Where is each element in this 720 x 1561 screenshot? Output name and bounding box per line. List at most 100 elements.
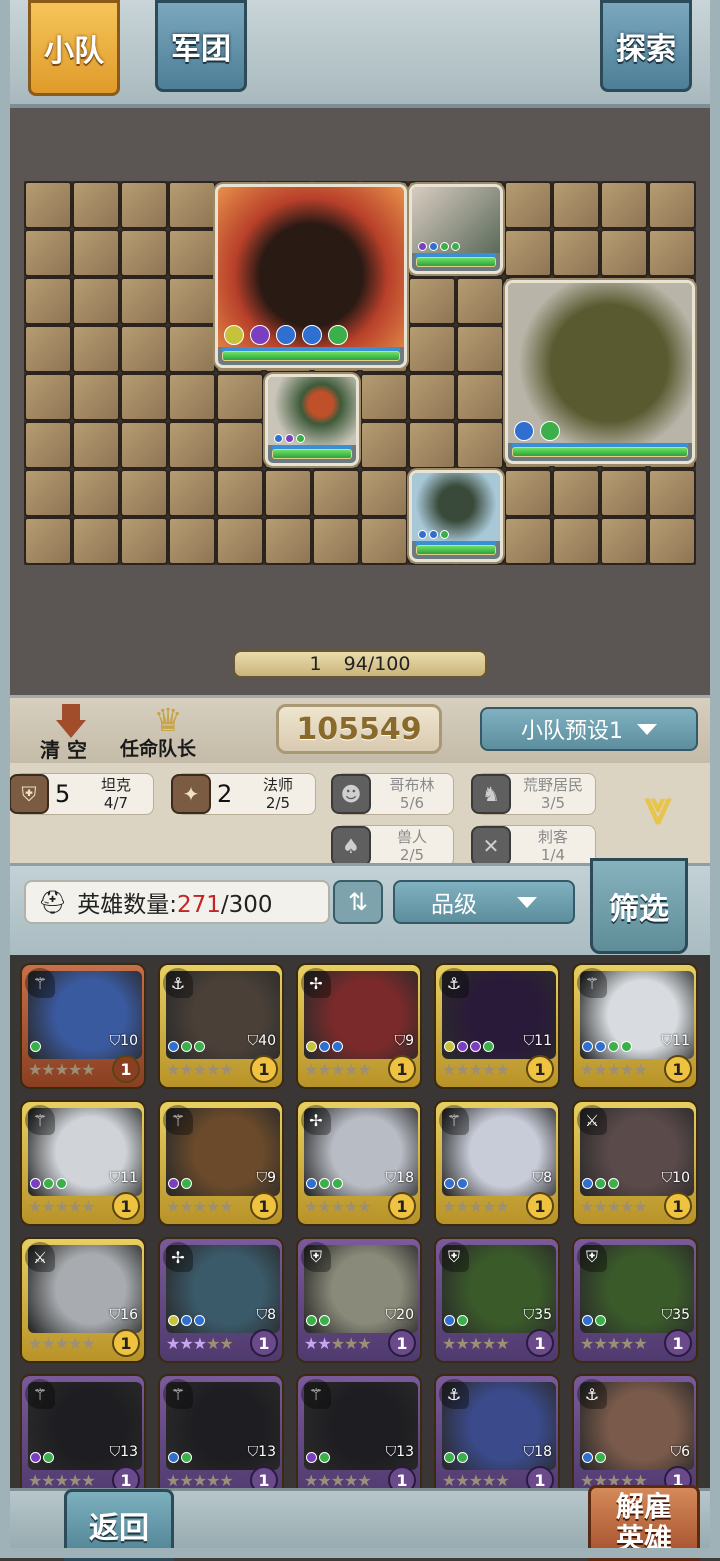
assign-captain-button[interactable]: 任命队长 xyxy=(120,734,196,761)
grid-cell[interactable] xyxy=(408,325,456,373)
grid-cell[interactable] xyxy=(24,517,72,565)
grid-cell[interactable] xyxy=(360,373,408,421)
filter-button[interactable]: 筛选 xyxy=(590,858,688,954)
hero-card[interactable]: ⚚ ⛉13 ★★★★★ 1 xyxy=(20,1374,146,1488)
grid-cell[interactable] xyxy=(408,421,456,469)
hero-card[interactable]: ⚓ ⛉11 ★★★★★ 1 xyxy=(434,963,560,1089)
grid-cell[interactable] xyxy=(216,373,264,421)
unit-lizard-shaman[interactable] xyxy=(409,470,503,562)
grid-cell[interactable] xyxy=(264,469,312,517)
hero-card[interactable]: ⛨ ⛉35 ★★★★★ 1 xyxy=(572,1237,698,1363)
grid-cell[interactable] xyxy=(168,373,216,421)
grid-cell[interactable] xyxy=(312,517,360,565)
grid-cell[interactable] xyxy=(120,373,168,421)
synergy-chip[interactable]: ✦ 2 法师 2/5 xyxy=(171,773,316,815)
grid-cell[interactable] xyxy=(456,325,504,373)
hero-card[interactable]: ⛨ ⛉20 ★★★★★ 1 xyxy=(296,1237,422,1363)
grid-cell[interactable] xyxy=(168,229,216,277)
hero-card[interactable]: ⚚ ⛉11 ★★★★★ 1 xyxy=(572,963,698,1089)
grid-cell[interactable] xyxy=(600,229,648,277)
clear-arrow-icon[interactable] xyxy=(56,704,86,738)
grid-cell[interactable] xyxy=(168,277,216,325)
hero-card[interactable]: ⚚ ⛉13 ★★★★★ 1 xyxy=(296,1374,422,1488)
grid-cell[interactable] xyxy=(72,277,120,325)
synergy-chip[interactable]: ⛨ 5 坦克 4/7 xyxy=(9,773,154,815)
grid-cell[interactable] xyxy=(648,469,696,517)
hero-card[interactable]: ⚚ ⛉11 ★★★★★ 1 xyxy=(20,1100,146,1226)
grid-cell[interactable] xyxy=(408,277,456,325)
grid-cell[interactable] xyxy=(456,421,504,469)
grid-cell[interactable] xyxy=(408,373,456,421)
grid-cell[interactable] xyxy=(168,181,216,229)
grid-cell[interactable] xyxy=(120,229,168,277)
grid-cell[interactable] xyxy=(552,517,600,565)
synergy-chip[interactable]: ✕ 刺客 1/4 xyxy=(471,825,596,863)
grid-cell[interactable] xyxy=(168,325,216,373)
grid-cell[interactable] xyxy=(216,469,264,517)
unit-iron-golem[interactable] xyxy=(505,280,695,464)
grid-cell[interactable] xyxy=(504,469,552,517)
unit-scythe-goblin[interactable] xyxy=(265,374,359,466)
grid-cell[interactable] xyxy=(24,421,72,469)
grade-sort-dropdown[interactable]: 品级 xyxy=(393,880,575,924)
grid-cell[interactable] xyxy=(552,469,600,517)
grid-cell[interactable] xyxy=(216,517,264,565)
synergy-chip[interactable]: ☻ 哥布林 5/6 xyxy=(331,773,454,815)
grid-cell[interactable] xyxy=(600,469,648,517)
grid-cell[interactable] xyxy=(24,325,72,373)
grid-cell[interactable] xyxy=(456,277,504,325)
grid-cell[interactable] xyxy=(648,181,696,229)
grid-cell[interactable] xyxy=(72,517,120,565)
grid-cell[interactable] xyxy=(600,181,648,229)
hero-card[interactable]: ⚚ ⛉10 ★★★★★ 1 xyxy=(20,963,146,1089)
squad-preset-dropdown[interactable]: 小队预设1 xyxy=(480,707,698,751)
synergy-chip[interactable]: ♠ 兽人 2/5 xyxy=(331,825,454,863)
grid-cell[interactable] xyxy=(24,277,72,325)
expand-synergy-icon[interactable]: ⩔ xyxy=(624,778,692,838)
grid-cell[interactable] xyxy=(72,325,120,373)
hero-card[interactable]: ⚚ ⛉13 ★★★★★ 1 xyxy=(158,1374,284,1488)
grid-cell[interactable] xyxy=(120,517,168,565)
grid-cell[interactable] xyxy=(24,229,72,277)
clear-button[interactable]: 清 空 xyxy=(40,734,87,763)
grid-cell[interactable] xyxy=(72,421,120,469)
grid-cell[interactable] xyxy=(504,229,552,277)
hero-card[interactable]: ✢ ⛉9 ★★★★★ 1 xyxy=(296,963,422,1089)
grid-cell[interactable] xyxy=(456,373,504,421)
hero-card[interactable]: ✢ ⛉18 ★★★★★ 1 xyxy=(296,1100,422,1226)
grid-cell[interactable] xyxy=(504,181,552,229)
unit-lizard-warrior[interactable] xyxy=(409,184,503,274)
hero-card[interactable]: ⚓ ⛉18 ★★★★★ 1 xyxy=(434,1374,560,1488)
grid-cell[interactable] xyxy=(120,469,168,517)
synergy-chip[interactable]: ♞ 荒野居民 3/5 xyxy=(471,773,596,815)
grid-cell[interactable] xyxy=(360,469,408,517)
grid-cell[interactable] xyxy=(24,181,72,229)
grid-cell[interactable] xyxy=(264,517,312,565)
unit-flame-bear[interactable] xyxy=(215,184,407,368)
tab-explore[interactable]: 探索 xyxy=(600,0,692,92)
sort-order-button[interactable]: ⇅ xyxy=(333,880,383,924)
hero-card[interactable]: ⚓ ⛉6 ★★★★★ 1 xyxy=(572,1374,698,1488)
hero-card[interactable]: ⚓ ⛉40 ★★★★★ 1 xyxy=(158,963,284,1089)
grid-cell[interactable] xyxy=(168,517,216,565)
grid-cell[interactable] xyxy=(312,469,360,517)
grid-cell[interactable] xyxy=(360,517,408,565)
grid-cell[interactable] xyxy=(24,373,72,421)
back-button[interactable]: 返回 xyxy=(64,1489,174,1561)
grid-cell[interactable] xyxy=(24,469,72,517)
grid-cell[interactable] xyxy=(168,469,216,517)
grid-cell[interactable] xyxy=(360,421,408,469)
grid-cell[interactable] xyxy=(216,421,264,469)
grid-cell[interactable] xyxy=(600,517,648,565)
grid-cell[interactable] xyxy=(120,325,168,373)
tab-squad[interactable]: 小队 xyxy=(28,0,120,96)
grid-cell[interactable] xyxy=(552,181,600,229)
dismiss-hero-button[interactable]: 解雇 英雄 xyxy=(588,1485,700,1561)
hero-card[interactable]: ⚔ ⛉16 ★★★★★ 1 xyxy=(20,1237,146,1363)
hero-card[interactable]: ⚚ ⛉8 ★★★★★ 1 xyxy=(434,1100,560,1226)
grid-cell[interactable] xyxy=(120,277,168,325)
tab-legion[interactable]: 军团 xyxy=(155,0,247,92)
grid-cell[interactable] xyxy=(72,229,120,277)
grid-cell[interactable] xyxy=(504,517,552,565)
hero-card[interactable]: ⛨ ⛉35 ★★★★★ 1 xyxy=(434,1237,560,1363)
